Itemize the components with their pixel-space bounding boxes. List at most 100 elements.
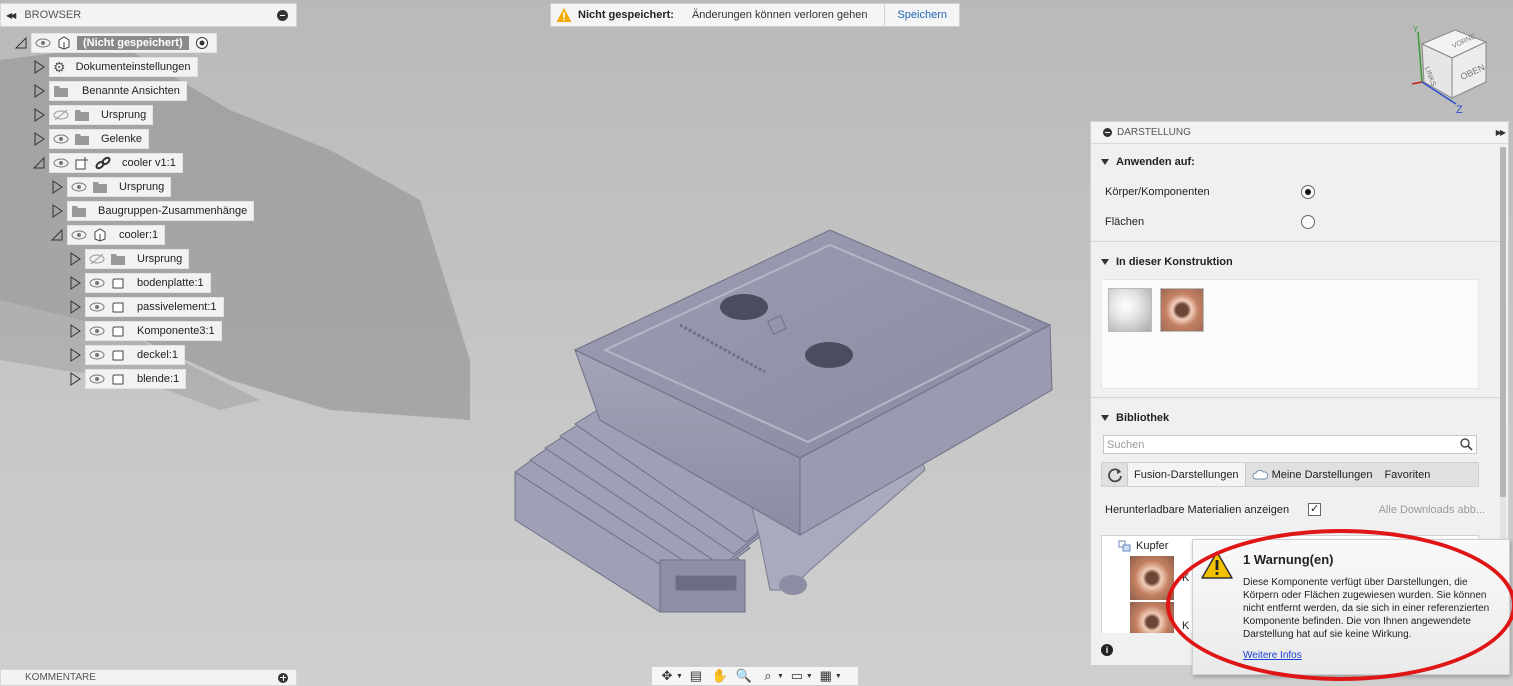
eye-hidden-icon[interactable] bbox=[53, 108, 69, 122]
comments-bar[interactable]: KOMMENTARE bbox=[0, 669, 297, 686]
tree-node-pill[interactable]: Komponente3:1 bbox=[85, 321, 222, 341]
more-info-link[interactable]: Weitere Infos bbox=[1243, 650, 1302, 661]
collapsed-triangle-icon[interactable] bbox=[32, 60, 46, 74]
section-collapse-icon[interactable] bbox=[1101, 159, 1109, 165]
tree-node-komponente3[interactable]: Komponente3:1 bbox=[68, 321, 222, 341]
tree-node-deckel[interactable]: deckel:1 bbox=[68, 345, 185, 365]
collapsed-triangle-icon[interactable] bbox=[32, 84, 46, 98]
tree-node-blende[interactable]: blende:1 bbox=[68, 369, 187, 389]
minimize-panel-button[interactable] bbox=[1103, 128, 1112, 137]
library-item-copper-1[interactable] bbox=[1130, 556, 1174, 600]
collapsed-triangle-icon[interactable] bbox=[68, 348, 82, 362]
expanded-triangle-icon[interactable] bbox=[50, 228, 64, 242]
downloadable-materials-checkbox[interactable]: ✓ bbox=[1308, 503, 1322, 516]
chevron-down-icon[interactable]: ▼ bbox=[777, 673, 784, 680]
tree-node-pill[interactable]: Baugruppen-Zusammenhänge bbox=[67, 201, 255, 221]
appearance-swatch-copper[interactable] bbox=[1160, 288, 1204, 332]
search-icon[interactable] bbox=[1460, 438, 1473, 451]
eye-icon[interactable] bbox=[89, 300, 105, 314]
active-radio-icon[interactable] bbox=[194, 36, 210, 50]
apply-body-radio[interactable] bbox=[1301, 185, 1315, 199]
collapse-panel-icon[interactable]: ◀◀ bbox=[6, 11, 16, 20]
expand-panel-icon[interactable]: ▶▶ bbox=[1496, 128, 1506, 137]
tree-node-origin[interactable]: Ursprung bbox=[32, 105, 154, 125]
tab-fusion-appearances[interactable]: Fusion-Darstellungen bbox=[1128, 463, 1246, 486]
chevron-down-icon[interactable]: ▼ bbox=[676, 673, 683, 680]
library-section-header[interactable]: Bibliothek bbox=[1101, 412, 1169, 424]
tree-node-pill[interactable]: ⚙ Dokumenteinstellungen bbox=[49, 57, 198, 77]
save-button[interactable]: Speichern bbox=[884, 4, 959, 26]
tree-node-document-settings[interactable]: ⚙ Dokumenteinstellungen bbox=[32, 57, 198, 77]
tree-node-pill[interactable]: passivelement:1 bbox=[85, 297, 224, 317]
chevron-down-icon[interactable]: ▼ bbox=[806, 673, 813, 680]
apply-to-section-header[interactable]: Anwenden auf: bbox=[1101, 156, 1195, 168]
collapsed-triangle-icon[interactable] bbox=[68, 300, 82, 314]
tree-node-pill[interactable]: Ursprung bbox=[67, 177, 172, 197]
collapsed-triangle-icon[interactable] bbox=[68, 276, 82, 290]
eye-icon[interactable] bbox=[53, 132, 69, 146]
tree-node-joints[interactable]: Gelenke bbox=[32, 129, 149, 149]
eye-icon[interactable] bbox=[53, 156, 69, 170]
tree-node-pill[interactable]: blende:1 bbox=[85, 369, 187, 389]
tree-node-root-pill[interactable]: (Nicht gespeichert) bbox=[31, 33, 217, 53]
library-item-copper-2[interactable] bbox=[1130, 602, 1174, 633]
eye-icon[interactable] bbox=[35, 36, 51, 50]
collapsed-triangle-icon[interactable] bbox=[68, 324, 82, 338]
orbit-icon[interactable]: ✥ bbox=[656, 667, 678, 685]
tree-node-origin[interactable]: Ursprung bbox=[50, 177, 172, 197]
tab-my-appearances[interactable]: Meine Darstellungen bbox=[1246, 463, 1379, 486]
collapsed-triangle-icon[interactable] bbox=[68, 252, 82, 266]
pan-hand-icon[interactable]: ✋ bbox=[709, 667, 731, 685]
tree-node-pill[interactable]: Ursprung bbox=[85, 249, 190, 269]
all-downloads-link[interactable]: Alle Downloads abb... bbox=[1379, 504, 1485, 516]
section-collapse-icon[interactable] bbox=[1101, 259, 1109, 265]
eye-icon[interactable] bbox=[71, 180, 87, 194]
add-comment-button[interactable] bbox=[278, 672, 288, 683]
collapsed-triangle-icon[interactable] bbox=[32, 132, 46, 146]
in-design-section-header[interactable]: In dieser Konstruktion bbox=[1101, 256, 1233, 268]
tree-node-pill[interactable]: Gelenke bbox=[49, 129, 149, 149]
chevron-down-icon[interactable]: ▼ bbox=[835, 673, 842, 680]
info-icon[interactable]: i bbox=[1101, 644, 1113, 656]
tree-node-pill[interactable]: cooler:1 bbox=[67, 225, 166, 245]
look-at-icon[interactable]: ▤ bbox=[685, 667, 707, 685]
tree-node-assembly-contexts[interactable]: Baugruppen-Zusammenhänge bbox=[50, 201, 255, 221]
panel-scrollbar-thumb[interactable] bbox=[1500, 147, 1506, 497]
apply-faces-radio[interactable] bbox=[1301, 215, 1315, 229]
grid-icon[interactable]: ▦ bbox=[815, 667, 837, 685]
collapsed-triangle-icon[interactable] bbox=[50, 204, 64, 218]
fit-icon[interactable]: ⌕ bbox=[757, 667, 779, 685]
minimize-browser-button[interactable] bbox=[277, 9, 288, 21]
eye-icon[interactable] bbox=[89, 372, 105, 386]
tree-node-pill[interactable]: Ursprung bbox=[49, 105, 154, 125]
tab-favorites[interactable]: Favoriten bbox=[1378, 463, 1436, 486]
tree-node-cooler-v1[interactable]: cooler v1:1 bbox=[32, 153, 183, 173]
display-settings-icon[interactable]: ▭ bbox=[786, 667, 808, 685]
tree-node-pill[interactable]: bodenplatte:1 bbox=[85, 273, 211, 293]
eye-hidden-icon[interactable] bbox=[89, 252, 105, 266]
tree-node-root[interactable]: (Nicht gespeichert) bbox=[14, 33, 217, 53]
appearance-swatch-glass[interactable] bbox=[1108, 288, 1152, 332]
tree-node-cooler[interactable]: cooler:1 bbox=[50, 225, 166, 245]
eye-icon[interactable] bbox=[89, 276, 105, 290]
collapsed-triangle-icon[interactable] bbox=[32, 108, 46, 122]
expanded-triangle-icon[interactable] bbox=[32, 156, 46, 170]
collapsed-triangle-icon[interactable] bbox=[50, 180, 64, 194]
tree-node-bodenplatte[interactable]: bodenplatte:1 bbox=[68, 273, 211, 293]
library-folder-kupfer[interactable]: Kupfer bbox=[1118, 540, 1168, 552]
eye-icon[interactable] bbox=[89, 324, 105, 338]
tree-node-passivelement[interactable]: passivelement:1 bbox=[68, 297, 224, 317]
section-collapse-icon[interactable] bbox=[1101, 415, 1109, 421]
eye-icon[interactable] bbox=[89, 348, 105, 362]
expanded-triangle-icon[interactable] bbox=[14, 36, 28, 50]
library-search-input[interactable]: Suchen bbox=[1103, 435, 1477, 454]
tree-node-pill[interactable]: cooler v1:1 bbox=[49, 153, 183, 173]
collapsed-triangle-icon[interactable] bbox=[68, 372, 82, 386]
eye-icon[interactable] bbox=[71, 228, 87, 242]
tree-node-named-views[interactable]: Benannte Ansichten bbox=[32, 81, 187, 101]
zoom-icon[interactable]: 🔍 bbox=[733, 667, 755, 685]
tree-node-origin[interactable]: Ursprung bbox=[68, 249, 190, 269]
tree-node-pill[interactable]: Benannte Ansichten bbox=[49, 81, 187, 101]
refresh-icon[interactable] bbox=[1102, 463, 1128, 486]
tree-node-pill[interactable]: deckel:1 bbox=[85, 345, 185, 365]
